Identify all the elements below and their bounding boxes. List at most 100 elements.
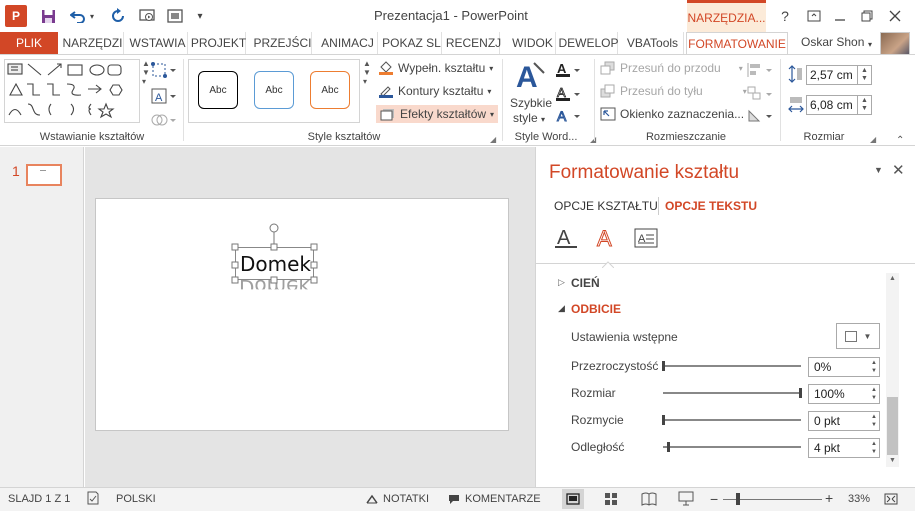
tab-design[interactable]: PROJEKT — [191, 32, 246, 54]
blur-input[interactable]: 0 pkt — [808, 411, 870, 431]
transparency-slider-track[interactable] — [663, 365, 801, 367]
zoom-out-icon[interactable]: − — [710, 491, 718, 507]
tab-text-options[interactable]: OPCJE TEKSTU — [665, 199, 757, 213]
scrollbar-thumb[interactable] — [887, 397, 898, 455]
ribbon-display-options-icon[interactable] — [803, 5, 825, 27]
tab-shape-options[interactable]: OPCJE KSZTAŁTU — [554, 199, 658, 213]
scroll-up-icon[interactable]: ▲ — [889, 275, 896, 282]
shape-style-black[interactable]: Abc — [198, 71, 238, 109]
powerpoint-app-icon[interactable]: P — [5, 5, 27, 27]
tab-transitions[interactable]: PRZEJŚCI — [254, 32, 312, 54]
tab-developer[interactable]: DEWELOP — [559, 32, 619, 54]
blur-spinner[interactable]: ▲ ▼ — [869, 411, 880, 431]
align-icon[interactable] — [746, 61, 774, 79]
shapes-gallery[interactable] — [4, 59, 140, 123]
text-effects-tab-icon[interactable]: A — [594, 226, 620, 253]
zoom-in-icon[interactable]: + — [825, 490, 833, 506]
slide-counter[interactable]: SLAJD 1 Z 1 — [8, 493, 70, 505]
transparency-slider-thumb[interactable] — [662, 361, 665, 371]
spell-check-icon[interactable] — [86, 491, 100, 505]
tab-format[interactable]: FORMATOWANIE — [686, 32, 788, 55]
bring-forward-button[interactable]: Przesuń do przodu ▾ — [600, 61, 743, 75]
section-shadow[interactable]: CIEŃ — [571, 276, 600, 290]
tab-animations[interactable]: ANIMACJ — [318, 32, 378, 54]
shape-height-spinner[interactable]: ▲ ▼ — [858, 65, 872, 85]
edit-shape-icon[interactable] — [150, 61, 176, 79]
selection-handles[interactable] — [226, 223, 326, 289]
shape-height-input[interactable]: 2,57 cm — [806, 65, 858, 85]
rotation-handle[interactable] — [269, 223, 279, 233]
context-tab-drawing-tools[interactable]: NARZĘDZIA... — [687, 0, 766, 32]
dialog-launcher-icon[interactable]: ◢ — [490, 135, 496, 144]
tab-slideshow[interactable]: POKAZ SL — [382, 32, 442, 54]
send-backward-button[interactable]: Przesuń do tyłu ▾ — [600, 84, 747, 98]
shape-width-input[interactable]: 6,08 cm — [806, 95, 858, 115]
distance-slider-thumb[interactable] — [667, 442, 671, 452]
size-slider-thumb[interactable] — [799, 388, 802, 398]
start-from-beginning-icon[interactable] — [136, 5, 158, 27]
transparency-input[interactable]: 0% — [808, 357, 870, 377]
shape-width-spinner[interactable]: ▲ ▼ — [858, 95, 872, 115]
zoom-level[interactable]: 33% — [848, 493, 870, 505]
pane-close-icon[interactable]: ✕ — [892, 161, 905, 179]
user-dropdown-icon[interactable]: ▾ — [864, 33, 876, 55]
tab-file[interactable]: PLIK — [0, 32, 58, 54]
restore-icon[interactable] — [856, 5, 878, 27]
pane-scrollbar[interactable]: ▲ ▼ — [886, 273, 899, 467]
shadow-expand-icon[interactable]: ▷ — [558, 277, 565, 288]
size-input[interactable]: 100% — [808, 384, 870, 404]
slide-canvas[interactable]: Domek Domek — [95, 198, 509, 431]
transparency-spinner[interactable]: ▲ ▼ — [869, 357, 880, 377]
shape-fill-button[interactable]: Wypełn. kształtu ▾ — [378, 61, 493, 75]
slideshow-icon[interactable] — [678, 491, 694, 510]
scroll-down-icon[interactable]: ▼ — [889, 457, 896, 464]
rotate-icon[interactable] — [746, 107, 774, 125]
size-dialog-launcher-icon[interactable]: ◢ — [870, 135, 876, 144]
zoom-slider-thumb[interactable] — [735, 493, 740, 505]
section-reflection[interactable]: ODBICIE — [571, 302, 621, 316]
tab-home[interactable]: NARZĘDZI — [62, 32, 124, 54]
blur-slider-thumb[interactable] — [662, 415, 665, 425]
user-name[interactable]: Oskar Shon — [801, 35, 864, 49]
merge-shapes-icon[interactable] — [150, 111, 176, 129]
slide-thumbnail[interactable] — [26, 164, 62, 186]
blur-slider-track[interactable] — [663, 419, 801, 421]
text-fill-icon[interactable]: A — [554, 61, 582, 79]
text-box-layout-icon[interactable]: A — [634, 227, 660, 251]
text-fill-outline-icon[interactable]: A — [554, 227, 580, 251]
distance-spinner[interactable]: ▲ ▼ — [869, 438, 880, 458]
shape-styles-scroll[interactable]: ▲ ▼ ▾ — [361, 59, 373, 123]
tab-insert[interactable]: WSTAWIA — [128, 32, 188, 54]
redo-repeat-icon[interactable] — [107, 5, 129, 27]
reflection-collapse-icon[interactable]: ◢ — [558, 303, 565, 314]
presets-dropdown[interactable]: ▼ — [836, 323, 880, 349]
save-icon[interactable] — [37, 5, 59, 27]
minimize-icon[interactable] — [829, 5, 851, 27]
group-objects-icon[interactable] — [746, 85, 774, 103]
undo-dropdown-icon[interactable]: ▾ — [86, 5, 98, 27]
slide-sorter-icon[interactable] — [604, 492, 618, 509]
collapse-ribbon-icon[interactable]: ⌃ — [896, 135, 904, 146]
text-box-icon[interactable]: A — [150, 87, 176, 105]
normal-view-button[interactable] — [562, 489, 584, 509]
distance-input[interactable]: 4 pkt — [808, 438, 870, 458]
tab-view[interactable]: WIDOK — [510, 32, 556, 54]
size-spinner[interactable]: ▲ ▼ — [869, 384, 880, 404]
quick-styles-button[interactable]: A Szybkie style ▾ — [510, 59, 552, 129]
notes-button[interactable]: NOTATKI — [366, 493, 429, 505]
fit-to-window-icon[interactable] — [884, 492, 898, 509]
tab-vbatools[interactable]: VBATools — [622, 32, 684, 54]
shape-style-orange[interactable]: Abc — [310, 71, 350, 109]
pane-options-icon[interactable]: ▼ — [874, 165, 883, 175]
distance-slider-track[interactable] — [663, 446, 801, 448]
presentation-view-icon[interactable] — [164, 5, 186, 27]
customize-qat-icon[interactable]: ▾ — [189, 5, 211, 27]
avatar[interactable] — [880, 32, 910, 56]
language-indicator[interactable]: POLSKI — [116, 493, 156, 505]
tab-review[interactable]: RECENZJ — [446, 32, 501, 54]
shape-effects-button[interactable]: Efekty kształtów ▾ — [376, 105, 499, 123]
text-effects-icon[interactable]: A — [554, 107, 582, 125]
selection-pane-button[interactable]: Okienko zaznaczenia... — [600, 107, 744, 121]
shape-style-blue[interactable]: Abc — [254, 71, 294, 109]
close-icon[interactable] — [884, 5, 906, 27]
